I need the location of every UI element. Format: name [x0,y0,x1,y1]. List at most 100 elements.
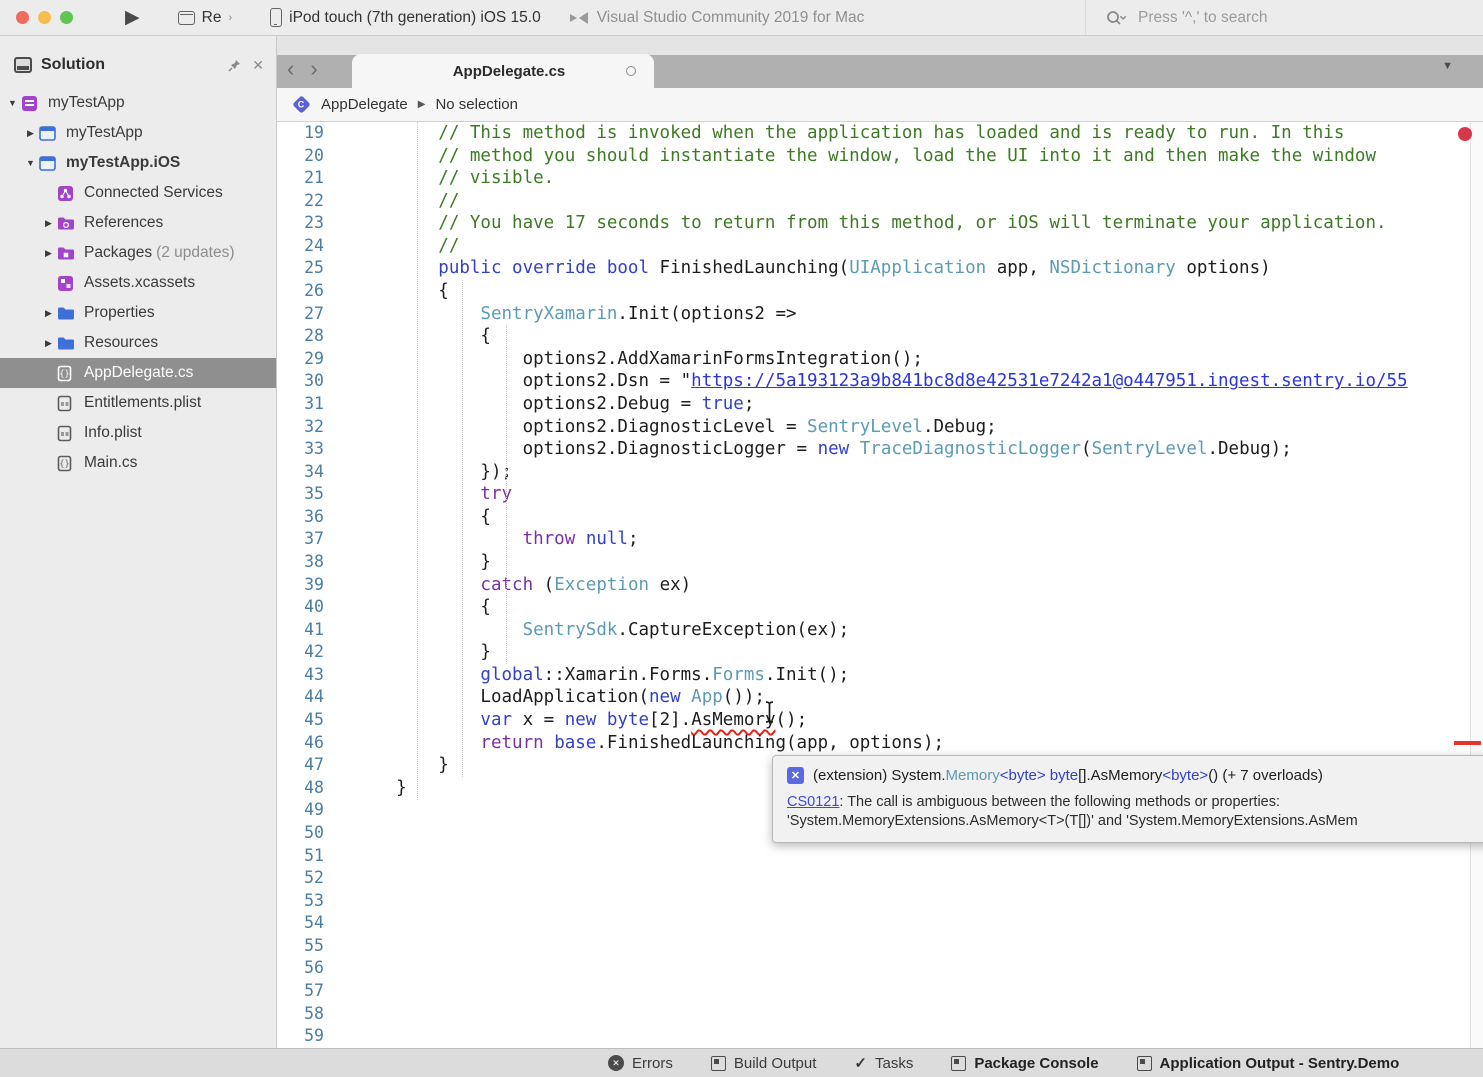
tree-item-label: myTestApp [48,94,125,112]
project-icon [39,125,58,142]
vs-logo-icon [569,11,589,25]
code-line[interactable]: 31 options2.Debug = true; [277,393,1483,416]
code-text: LoadApplication(new App()); [354,686,765,709]
code-line[interactable]: 30 options2.Dsn = "https://5a193123a9b84… [277,370,1483,393]
tree-item-main-cs[interactable]: {}Main.cs [0,448,276,478]
tree-item-properties[interactable]: ▶Properties [0,298,276,328]
zoom-window-icon[interactable] [60,11,73,24]
pin-icon[interactable] [227,58,242,73]
editor-scrollbar[interactable] [1470,122,1483,1048]
code-text: } [354,777,407,800]
error-code-link[interactable]: CS0121 [787,794,839,810]
tab-list-dropdown-icon[interactable]: ▼ [1442,60,1453,72]
tree-item-connected-services[interactable]: Connected Services [0,178,276,208]
close-window-icon[interactable] [16,11,29,24]
vs-mac-window: ▶ Re › iPod touch (7th generation) iOS 1… [0,0,1483,1077]
close-pad-icon[interactable]: ✕ [252,57,264,74]
tree-item-entitlements-plist[interactable]: Entitlements.plist [0,388,276,418]
line-number: 20 [277,145,338,168]
breadcrumb-type[interactable]: AppDelegate [321,96,408,113]
code-line[interactable]: 21 // visible. [277,167,1483,190]
code-text: // method you should instantiate the win… [354,145,1376,168]
line-number: 41 [277,619,338,642]
code-line[interactable]: 23 // You have 17 seconds to return from… [277,212,1483,235]
code-line[interactable]: 39 catch (Exception ex) [277,574,1483,597]
line-number: 50 [277,822,338,845]
code-editor[interactable]: 19 // This method is invoked when the ap… [277,122,1483,1048]
tree-item-mytestapp-ios[interactable]: ▼myTestApp.iOS [0,148,276,178]
code-line[interactable]: 45 var x = new byte[2].AsMemory(); [277,709,1483,732]
line-number: 55 [277,935,338,958]
code-line[interactable]: 19 // This method is invoked when the ap… [277,122,1483,145]
tree-item-resources[interactable]: ▶Resources [0,328,276,358]
code-line[interactable]: 25 public override bool FinishedLaunchin… [277,257,1483,280]
pad-application-output-sentry-demo[interactable]: Application Output - Sentry.Demo [1137,1055,1400,1072]
code-line[interactable]: 41 SentrySdk.CaptureException(ex); [277,619,1483,642]
disclosure-down-icon[interactable]: ▼ [22,158,39,168]
disclosure-right-icon[interactable]: ▶ [40,308,57,319]
minimize-window-icon[interactable] [38,11,51,24]
code-line[interactable]: 42 } [277,641,1483,664]
device-selector[interactable]: iPod touch (7th generation) iOS 15.0 [270,8,541,27]
code-line[interactable]: 36 { [277,506,1483,529]
code-line[interactable]: 38 } [277,551,1483,574]
line-number: 27 [277,303,338,326]
code-line[interactable]: 29 options2.AddXamarinFormsIntegration()… [277,348,1483,371]
sentry-dsn-link[interactable]: https://5a193123a9b841bc8d8e42531e7242a1… [691,371,1407,391]
svg-text:{}: {} [59,369,69,379]
tab-appdelegate[interactable]: AppDelegate.cs [352,54,654,88]
code-line[interactable]: 43 global::Xamarin.Forms.Forms.Init(); [277,664,1483,687]
disclosure-right-icon[interactable]: ▶ [40,338,57,349]
code-text: { [354,280,449,303]
line-number: 56 [277,957,338,980]
tree-item-mytestapp[interactable]: ▼ myTestApp [0,88,276,118]
code-line[interactable]: 53 [277,890,1483,913]
code-line[interactable]: 33 options2.DiagnosticLogger = new Trace… [277,438,1483,461]
disclosure-right-icon[interactable]: ▶ [40,218,57,229]
code-line[interactable]: 32 options2.DiagnosticLevel = SentryLeve… [277,416,1483,439]
code-line[interactable]: 44 LoadApplication(new App()); [277,686,1483,709]
code-line[interactable]: 37 throw null; [277,528,1483,551]
tree-item-info-plist[interactable]: Info.plist [0,418,276,448]
tree-item-mytestapp[interactable]: ▶myTestApp [0,118,276,148]
disclosure-right-icon[interactable]: ▶ [22,128,39,139]
code-line[interactable]: 35 try [277,483,1483,506]
line-number: 42 [277,641,338,664]
code-text: { [354,596,491,619]
code-line[interactable]: 59 [277,1025,1483,1048]
tree-item-references[interactable]: ▶References [0,208,276,238]
disclosure-down-icon[interactable]: ▼ [4,98,21,108]
tree-item-appdelegate-cs[interactable]: {} AppDelegate.cs [0,358,276,388]
tree-item-label: AppDelegate.cs [84,364,193,382]
code-line[interactable]: 22 // [277,190,1483,213]
breadcrumb-selection[interactable]: No selection [435,96,518,113]
pad-package-console[interactable]: Package Console [951,1055,1098,1072]
pad-errors[interactable]: ✕Errors [608,1055,673,1072]
pad-tasks[interactable]: ✓Tasks [854,1054,913,1072]
code-line[interactable]: 26 { [277,280,1483,303]
search-field[interactable]: Press '^,' to search [1085,0,1483,35]
code-line[interactable]: 57 [277,980,1483,1003]
code-line[interactable]: 51 [277,845,1483,868]
code-line[interactable]: 20 // method you should instantiate the … [277,145,1483,168]
code-line[interactable]: 27 SentryXamarin.Init(options2 => [277,303,1483,326]
code-line[interactable]: 46 return base.FinishedLaunching(app, op… [277,732,1483,755]
code-line[interactable]: 55 [277,935,1483,958]
code-line[interactable]: 54 [277,912,1483,935]
build-config-selector[interactable]: Re › [178,9,233,27]
code-line[interactable]: 34 }); [277,461,1483,484]
nav-forward-icon[interactable]: › [310,58,317,80]
run-button[interactable]: ▶ [125,8,140,27]
code-line[interactable]: 40 { [277,596,1483,619]
code-line[interactable]: 24 // [277,235,1483,258]
plist-file-icon [57,425,76,442]
nav-back-icon[interactable]: ‹ [287,58,294,80]
tree-item-packages[interactable]: ▶Packages(2 updates) [0,238,276,268]
code-line[interactable]: 58 [277,1003,1483,1026]
code-line[interactable]: 56 [277,957,1483,980]
code-line[interactable]: 52 [277,867,1483,890]
pad-build-output[interactable]: Build Output [711,1055,817,1072]
tree-item-assets-xcassets[interactable]: Assets.xcassets [0,268,276,298]
disclosure-right-icon[interactable]: ▶ [40,248,57,259]
code-line[interactable]: 28 { [277,325,1483,348]
